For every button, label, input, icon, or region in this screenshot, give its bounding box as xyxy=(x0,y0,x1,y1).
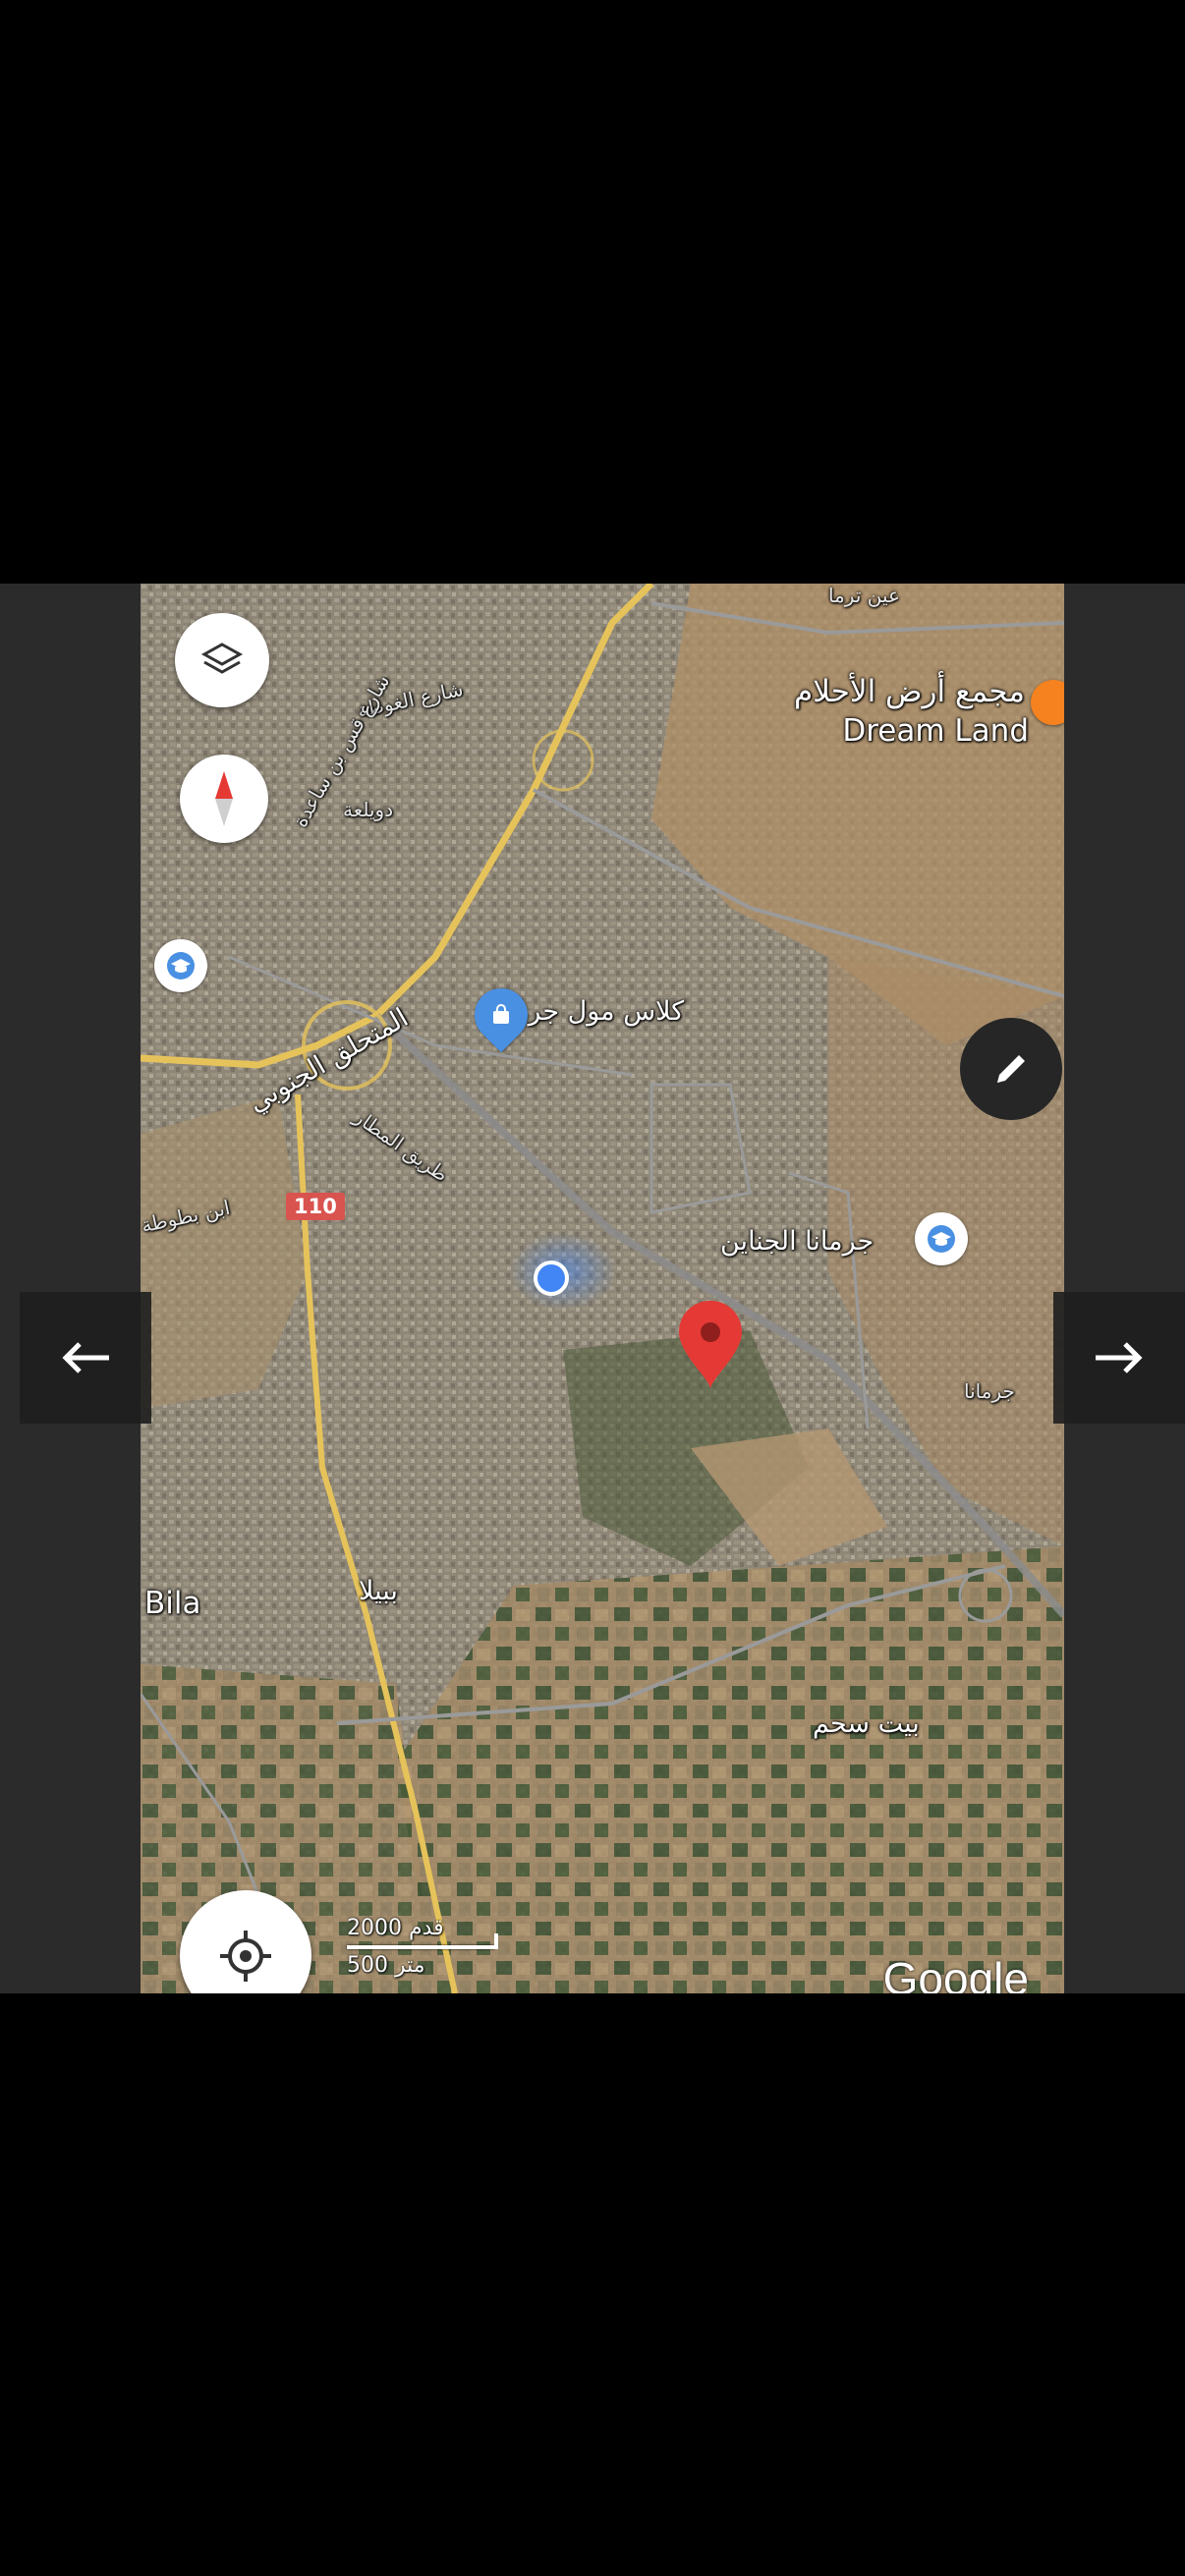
crosshair-icon xyxy=(220,1931,271,1982)
right-side-panel xyxy=(1064,584,1185,1993)
label-bibila-ar: ببيلا xyxy=(359,1576,398,1606)
pencil-icon xyxy=(997,1055,1025,1083)
compass-icon xyxy=(215,771,233,826)
school-icon xyxy=(167,952,195,980)
layers-icon xyxy=(200,643,244,674)
next-button[interactable] xyxy=(1053,1292,1185,1424)
school-icon xyxy=(928,1225,955,1253)
label-ayn-tarma: عين ترما xyxy=(828,584,900,607)
label-duwaylaa: دويلعة xyxy=(343,798,394,821)
layers-button[interactable] xyxy=(175,613,269,707)
label-dream-land-en: Dream Land xyxy=(842,713,1029,749)
current-location-dot xyxy=(534,1260,569,1296)
previous-button[interactable] xyxy=(20,1292,151,1424)
label-dream-land-ar: مجمع أرض الأحلام xyxy=(794,674,1025,709)
compass-button[interactable] xyxy=(180,755,268,843)
label-jaramana: جرمانا xyxy=(964,1379,1015,1403)
scale-bar: 2000 قدم 500 متر xyxy=(347,1916,642,1993)
arrow-right-icon xyxy=(1096,1342,1143,1373)
edit-button[interactable] xyxy=(960,1018,1062,1120)
left-side-panel xyxy=(0,584,141,1993)
google-attribution: Google xyxy=(882,1953,1029,1993)
satellite-map xyxy=(141,584,1064,1993)
school-poi[interactable] xyxy=(154,939,207,992)
scale-feet: 2000 قدم xyxy=(347,1916,444,1940)
label-jaramana-jinayn: جرمانا الجناين xyxy=(720,1226,875,1257)
arrow-left-icon xyxy=(62,1342,109,1373)
route-shield-110: 110 xyxy=(286,1193,345,1220)
shopping-bag-icon xyxy=(493,1004,509,1024)
map-image[interactable]: عين ترما مجمع أرض الأحلام Dream Land شار… xyxy=(141,584,1064,1993)
label-beit-sahm: بيت سحم xyxy=(813,1708,920,1739)
scale-meters: 500 متر xyxy=(347,1953,425,1978)
jaramana-school-poi[interactable] xyxy=(915,1212,968,1265)
label-bila-en: Bila xyxy=(144,1586,201,1621)
